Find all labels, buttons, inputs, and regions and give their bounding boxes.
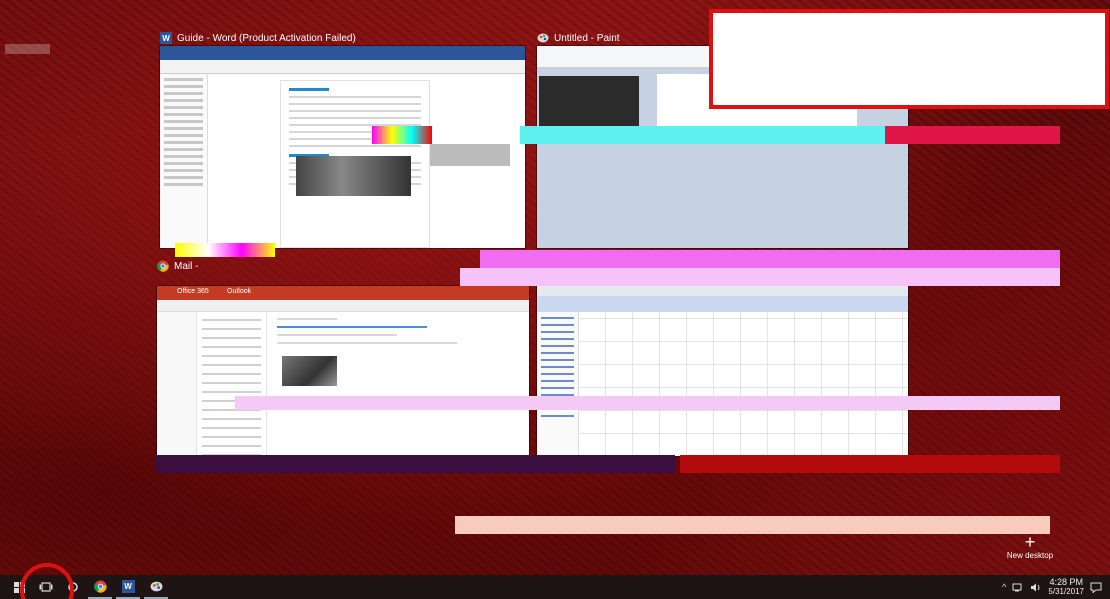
word-icon: W <box>121 579 135 593</box>
word-window-title[interactable]: W Guide - Word (Product Activation Faile… <box>160 30 356 46</box>
mail-window-thumbnail[interactable]: Office 365 Outlook <box>157 286 529 456</box>
taskbar: W ^ 4:28 PM 5/31/2017 <box>0 575 1110 599</box>
desktop-background: W Guide - Word (Product Activation Faile… <box>0 0 1110 575</box>
outlook-header: Office 365 Outlook <box>157 286 529 300</box>
ie-tab-bar <box>537 286 908 296</box>
outlook-label: Outlook <box>227 288 252 295</box>
chrome-icon <box>93 580 107 593</box>
word-title-bar <box>160 46 525 60</box>
ie-content-grid <box>579 312 908 456</box>
taskbar-paint[interactable] <box>144 575 168 599</box>
paint-title-text: Untitled - Paint <box>554 32 620 44</box>
email-image <box>282 356 337 386</box>
chrome-icon <box>157 260 169 272</box>
paint-icon <box>537 32 549 44</box>
word-document-image <box>296 156 411 196</box>
highlight-callout-box <box>709 9 1109 109</box>
glitch-strip-darkred <box>680 455 1060 473</box>
paint-window-title[interactable]: Untitled - Paint <box>537 30 620 46</box>
action-center-icon[interactable] <box>1090 582 1102 593</box>
glitch-strip-peach <box>455 516 1050 534</box>
outlook-command-bar <box>157 300 529 312</box>
clock-time: 4:28 PM <box>1049 577 1083 587</box>
ie-tree-pane <box>537 312 579 456</box>
office365-label: Office 365 <box>177 288 209 295</box>
glitch-strip-purple <box>155 455 675 473</box>
paint-context-menu <box>539 76 639 126</box>
clock-date: 5/31/2017 <box>1048 587 1084 596</box>
word-window-thumbnail[interactable] <box>160 46 525 248</box>
word-ribbon <box>160 60 525 74</box>
word-title-text: Guide - Word (Product Activation Failed) <box>177 32 356 44</box>
system-tray: ^ 4:28 PM 5/31/2017 <box>1002 575 1110 599</box>
tray-chevron-icon[interactable]: ^ <box>1002 582 1006 592</box>
glitch-strip-red <box>885 126 1060 144</box>
glitch-strip-left <box>5 44 50 54</box>
ie-icon <box>560 260 572 272</box>
outlook-message-list <box>197 312 267 456</box>
new-desktop-button[interactable]: + New desktop <box>995 533 1065 560</box>
word-navigation-pane <box>160 74 208 248</box>
mail-window-title[interactable]: Mail - <box>157 258 198 274</box>
new-desktop-label: New desktop <box>1006 551 1054 560</box>
word-icon: W <box>160 32 172 44</box>
clock[interactable]: 4:28 PM 5/31/2017 <box>1048 577 1084 597</box>
ie-page-header <box>537 296 908 312</box>
taskbar-word[interactable]: W <box>116 575 140 599</box>
ie-window-thumbnail[interactable] <box>537 286 908 456</box>
outlook-folder-pane <box>157 312 197 456</box>
ie-window-title[interactable]: ServicePlus ServiceTools - Internet <box>560 258 732 274</box>
volume-icon[interactable] <box>1030 583 1042 592</box>
paint-icon <box>150 581 162 591</box>
taskbar-chrome[interactable] <box>88 575 112 599</box>
ie-title-text: ServicePlus ServiceTools - Internet <box>577 260 733 272</box>
mail-title-text: Mail - <box>174 260 199 272</box>
network-icon[interactable] <box>1012 583 1024 592</box>
glitch-strip-pink <box>460 268 1060 286</box>
plus-icon: + <box>1024 532 1036 552</box>
